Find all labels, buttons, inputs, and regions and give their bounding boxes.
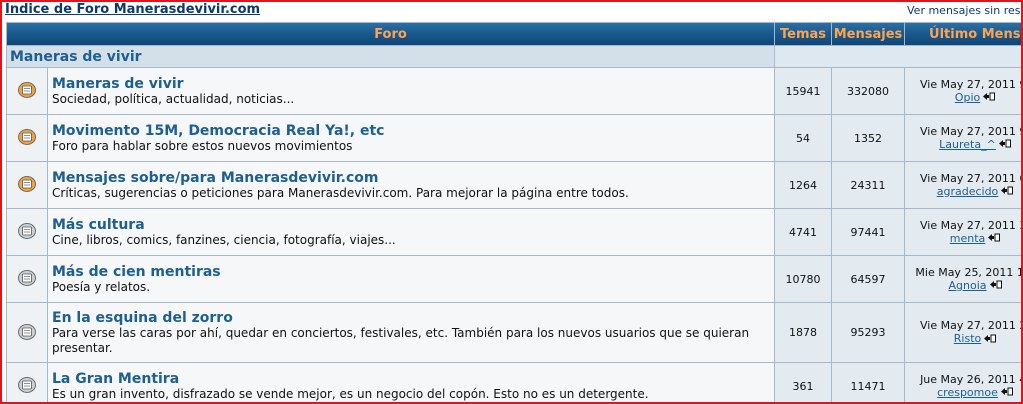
forum-name-link[interactable]: En la esquina del zorro	[52, 310, 770, 326]
forum-row: Más cultura Cine, libros, comics, fanzine…	[7, 209, 1023, 255]
category-fill	[775, 46, 1021, 67]
last-post-date: Mie May 25, 2011 10:	[915, 265, 1023, 279]
posts-count: 64597	[832, 256, 905, 302]
forum-description: Cine, libros, comics, fanzines, ciencia,…	[52, 232, 396, 247]
last-post-date: Vie May 27, 2011 9:	[920, 77, 1023, 91]
forum-row: Maneras de vivir Sociedad, política, actu…	[7, 68, 1023, 114]
forum-info-cell: Más cultura Cine, libros, comics, fanzine…	[48, 209, 775, 255]
forum-row: En la esquina del zorro Para verse las ca…	[7, 303, 1023, 362]
go-to-post-icon[interactable]	[998, 138, 1011, 151]
forum-table: Foro Temas Mensajes Último Mensaje Maner…	[6, 22, 1023, 402]
forum-description: Críticas, sugerencias o peticiones para …	[52, 185, 629, 200]
last-post-date: Vie May 27, 2011 2:	[920, 319, 1023, 333]
header-last-post: Último Mensaje	[905, 23, 1021, 45]
last-post-date: Jue May 26, 2011 4:	[920, 372, 1023, 386]
topics-count: 10780	[775, 256, 832, 302]
forum-info-cell: Movimento 15M, Democracia Real Ya!, etc F…	[48, 115, 775, 161]
topics-count: 361	[775, 363, 832, 402]
go-to-post-icon[interactable]	[1001, 185, 1014, 198]
forum-info-cell: Más de cien mentiras Poesía y relatos.	[48, 256, 775, 302]
last-post-cell: Jue May 26, 2011 4: crespomoe	[905, 363, 1023, 402]
forum-name-link[interactable]: Maneras de vivir	[52, 76, 770, 92]
last-post-user-link[interactable]: Risto	[954, 332, 981, 345]
last-post-cell: Vie May 27, 2011 6: agradecido	[905, 162, 1023, 208]
folder-icon	[17, 267, 37, 287]
forum-description: Foro para hablar sobre estos nuevos movi…	[52, 138, 353, 153]
forum-row: Movimento 15M, Democracia Real Ya!, etc F…	[7, 115, 1023, 161]
view-unanswered-link[interactable]: Ver mensajes sin respuesta	[907, 4, 1021, 17]
folder-icon	[17, 220, 37, 240]
header-topics: Temas	[775, 23, 832, 45]
folder-new-icon	[17, 126, 37, 146]
forum-index-frame: Índice de Foro Manerasdevivir.com Ver me…	[0, 0, 1023, 404]
forum-name-link[interactable]: Movimento 15M, Democracia Real Ya!, etc	[52, 123, 770, 139]
forum-info-cell: En la esquina del zorro Para verse las ca…	[48, 303, 775, 362]
forum-status-cell	[7, 115, 47, 161]
folder-new-icon	[17, 173, 37, 193]
go-to-post-icon[interactable]	[1000, 386, 1013, 399]
forum-status-cell	[7, 363, 47, 402]
forum-name-link[interactable]: Más cultura	[52, 217, 770, 233]
last-post-cell: Mie May 25, 2011 10: Agnoia	[905, 256, 1023, 302]
table-header-row: Foro Temas Mensajes Último Mensaje	[7, 23, 1021, 45]
forum-index-link[interactable]: Índice de Foro Manerasdevivir.com	[5, 2, 260, 17]
forum-description: Poesía y relatos.	[52, 279, 151, 294]
forum-status-cell	[7, 303, 47, 362]
forum-status-cell	[7, 68, 47, 114]
last-post-user-link[interactable]: crespomoe	[937, 386, 998, 399]
posts-count: 24311	[832, 162, 905, 208]
posts-count: 1352	[832, 115, 905, 161]
forum-name-link[interactable]: Más de cien mentiras	[52, 264, 770, 280]
last-post-date: Vie May 27, 2011 3:	[920, 218, 1023, 232]
forum-info-cell: Maneras de vivir Sociedad, política, actu…	[48, 68, 775, 114]
last-post-user-link[interactable]: agradecido	[937, 185, 999, 198]
category-title[interactable]: Maneras de vivir	[10, 49, 142, 65]
posts-count: 95293	[832, 303, 905, 362]
topics-count: 1878	[775, 303, 832, 362]
top-bar: Índice de Foro Manerasdevivir.com Ver me…	[2, 2, 1021, 20]
last-post-cell: Vie May 27, 2011 9: Laureta_^	[905, 115, 1023, 161]
last-post-date: Vie May 27, 2011 6:	[920, 171, 1023, 185]
folder-new-icon	[17, 79, 37, 99]
go-to-post-icon[interactable]	[984, 333, 997, 346]
category-row: Maneras de vivir	[7, 46, 1021, 67]
last-post-cell: Vie May 27, 2011 3: menta	[905, 209, 1023, 255]
last-post-user-link[interactable]: Laureta_^	[939, 138, 996, 151]
posts-count: 97441	[832, 209, 905, 255]
posts-count: 11471	[832, 363, 905, 402]
forum-name-link[interactable]: Mensajes sobre/para Manerasdevivir.com	[52, 170, 770, 186]
last-post-cell: Vie May 27, 2011 2: Risto	[905, 303, 1023, 362]
go-to-post-icon[interactable]	[988, 232, 1001, 245]
topics-count: 54	[775, 115, 832, 161]
last-post-user-link[interactable]: Agnoia	[949, 279, 987, 292]
forum-status-cell	[7, 162, 47, 208]
forum-description: Para verse las caras por ahí, quedar en …	[52, 325, 750, 355]
topics-count: 1264	[775, 162, 832, 208]
folder-icon	[17, 321, 37, 341]
forum-info-cell: La Gran Mentira Es un gran invento, disfr…	[48, 363, 775, 402]
last-post-user-link[interactable]: Opio	[955, 91, 980, 104]
header-forum: Foro	[7, 23, 775, 45]
topics-count: 15941	[775, 68, 832, 114]
topics-count: 4741	[775, 209, 832, 255]
forum-row: Más de cien mentiras Poesía y relatos. 107…	[7, 256, 1023, 302]
last-post-user-link[interactable]: menta	[950, 232, 986, 245]
go-to-post-icon[interactable]	[989, 279, 1002, 292]
forum-status-cell	[7, 256, 47, 302]
forum-description: Sociedad, política, actualidad, noticias…	[52, 91, 295, 106]
forum-info-cell: Mensajes sobre/para Manerasdevivir.com Cr…	[48, 162, 775, 208]
forum-name-link[interactable]: La Gran Mentira	[52, 371, 770, 387]
forum-description: Es un gran invento, disfrazado se vende …	[52, 386, 649, 401]
forum-row: Mensajes sobre/para Manerasdevivir.com Cr…	[7, 162, 1023, 208]
forum-status-cell	[7, 209, 47, 255]
header-posts: Mensajes	[832, 23, 905, 45]
go-to-post-icon[interactable]	[983, 91, 996, 104]
forum-row: La Gran Mentira Es un gran invento, disfr…	[7, 363, 1023, 402]
folder-icon	[17, 374, 37, 394]
posts-count: 332080	[832, 68, 905, 114]
last-post-date: Vie May 27, 2011 9:	[920, 124, 1023, 138]
last-post-cell: Vie May 27, 2011 9: Opio	[905, 68, 1023, 114]
